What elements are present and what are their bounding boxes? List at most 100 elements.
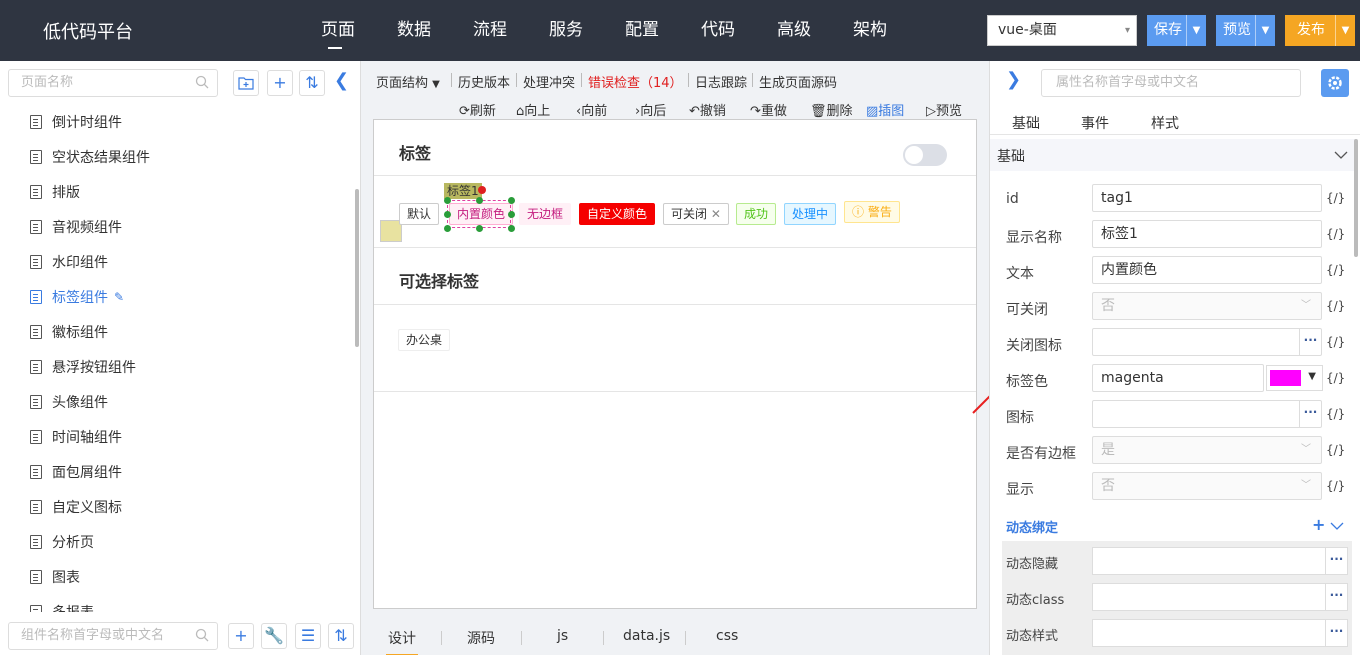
close-icon-field[interactable]: ··· (1092, 328, 1322, 356)
dynamic-binding-header[interactable]: 动态绑定 + (990, 511, 1356, 541)
edit-icon[interactable]: ✎ (114, 290, 124, 304)
tab-js[interactable]: js (557, 628, 568, 644)
dynamic-style-field[interactable]: ··· (1092, 619, 1348, 647)
tab-css[interactable]: css (716, 628, 738, 644)
resize-handle[interactable] (508, 211, 515, 218)
nav-item-flow[interactable]: 流程 (452, 0, 528, 61)
resize-handle[interactable] (476, 197, 483, 204)
list-item[interactable]: 倒计时组件 (0, 104, 356, 139)
expression-toggle[interactable]: {/} (1326, 335, 1345, 349)
expression-toggle[interactable]: {/} (1326, 299, 1345, 313)
error-check-link[interactable]: 错误检查（14） (588, 72, 683, 91)
closable-select[interactable]: 否 ﹀ (1092, 292, 1322, 320)
resize-handle[interactable] (508, 197, 515, 204)
publish-button[interactable]: 发布 ▼ (1285, 15, 1355, 46)
more-icon[interactable]: ··· (1299, 329, 1321, 355)
env-select[interactable]: vue-桌面 ▾ (987, 15, 1137, 46)
resize-handle[interactable] (508, 225, 515, 232)
expression-toggle[interactable]: {/} (1326, 479, 1345, 493)
ordered-list-button[interactable]: ☰ (295, 623, 321, 649)
nav-item-service[interactable]: 服务 (528, 0, 604, 61)
delete-button[interactable]: 🗑删除 (810, 100, 853, 119)
text-field[interactable]: 内置颜色 (1092, 256, 1322, 284)
resize-handle[interactable] (444, 225, 451, 232)
toggle-switch[interactable] (903, 144, 947, 166)
nav-item-advanced[interactable]: 高级 (756, 0, 832, 61)
preview-canvas-button[interactable]: ▷预览 (926, 100, 962, 119)
tab-basic[interactable]: 基础 (1012, 113, 1040, 133)
nav-item-data[interactable]: 数据 (376, 0, 452, 61)
page-search-input[interactable]: 页面名称 (8, 69, 218, 97)
nav-item-architecture[interactable]: 架构 (832, 0, 908, 61)
more-icon[interactable]: ··· (1325, 548, 1347, 574)
display-name-field[interactable]: 标签1 (1092, 220, 1322, 248)
id-field[interactable]: tag1 (1092, 184, 1322, 212)
dynamic-hidden-field[interactable]: ··· (1092, 547, 1348, 575)
move-up-button[interactable]: ⌂向上 (516, 100, 550, 119)
list-item[interactable]: 图表 (0, 559, 356, 594)
collapse-left-icon[interactable]: ❮ (334, 70, 349, 91)
list-item[interactable]: 分析页 (0, 524, 356, 559)
undo-button[interactable]: ↶撤销 (689, 100, 726, 119)
list-item[interactable]: 排版 (0, 174, 356, 209)
tools-button[interactable]: 🔧 (261, 623, 287, 649)
checkable-tag[interactable]: 办公桌 (398, 329, 451, 351)
tab-styles[interactable]: 样式 (1151, 113, 1179, 133)
redo-button[interactable]: ↷重做 (750, 100, 787, 119)
more-icon[interactable]: ··· (1299, 401, 1321, 427)
add-component-button[interactable]: + (228, 623, 254, 649)
generate-source-link[interactable]: 生成页面源码 (759, 72, 837, 91)
insert-image-button[interactable]: ▨插图 (866, 100, 904, 119)
tag-color-field[interactable]: magenta (1092, 364, 1264, 392)
add-page-button[interactable]: + (267, 70, 293, 96)
expression-toggle[interactable]: {/} (1326, 371, 1345, 385)
resize-handle[interactable] (444, 211, 451, 218)
dynamic-class-field[interactable]: ··· (1092, 583, 1348, 611)
close-icon[interactable]: ✕ (711, 207, 721, 221)
list-item[interactable]: 徽标组件 (0, 314, 356, 349)
move-next-button[interactable]: ›向后 (635, 100, 666, 119)
list-item[interactable]: 面包屑组件 (0, 454, 356, 489)
list-item[interactable]: 自定义图标 (0, 489, 356, 524)
icon-field[interactable]: ··· (1092, 400, 1322, 428)
tab-events[interactable]: 事件 (1081, 113, 1109, 133)
resize-handle[interactable] (444, 197, 451, 204)
refresh-button[interactable]: ⟳刷新 (459, 100, 496, 119)
list-item-active[interactable]: 标签组件 ✎ (0, 279, 356, 314)
list-item[interactable]: 多报表 (0, 594, 356, 612)
log-link[interactable]: 日志跟踪 (695, 72, 747, 91)
add-folder-button[interactable] (233, 70, 259, 96)
expression-toggle[interactable]: {/} (1326, 263, 1345, 277)
expression-toggle[interactable]: {/} (1326, 407, 1345, 421)
move-prev-button[interactable]: ‹向前 (576, 100, 607, 119)
save-button[interactable]: 保存 ▼ (1147, 15, 1206, 46)
save-dropdown-icon[interactable]: ▼ (1186, 15, 1206, 46)
sort-button[interactable]: ⇅ (299, 70, 325, 96)
history-link[interactable]: 历史版本 (458, 72, 510, 91)
chevron-down-icon[interactable] (1330, 521, 1344, 531)
conflict-link[interactable]: 处理冲突 (523, 72, 575, 91)
page-structure-menu[interactable]: 页面结构 ▼ (376, 72, 440, 91)
more-icon[interactable]: ··· (1325, 584, 1347, 610)
publish-dropdown-icon[interactable]: ▼ (1335, 15, 1355, 46)
list-item[interactable]: 空状态结果组件 (0, 139, 356, 174)
right-scrollbar[interactable] (1354, 139, 1358, 257)
sort-components-button[interactable]: ⇅ (328, 623, 354, 649)
nav-item-page[interactable]: 页面 (300, 0, 376, 61)
list-item[interactable]: 时间轴组件 (0, 419, 356, 454)
tab-data-js[interactable]: data.js (623, 628, 670, 644)
preview-dropdown-icon[interactable]: ▼ (1255, 15, 1275, 46)
left-scrollbar[interactable] (355, 189, 359, 347)
nav-item-code[interactable]: 代码 (680, 0, 756, 61)
list-item[interactable]: 悬浮按钮组件 (0, 349, 356, 384)
rotate-handle[interactable] (478, 186, 486, 194)
list-item[interactable]: 水印组件 (0, 244, 356, 279)
resize-handle[interactable] (476, 225, 483, 232)
visible-select[interactable]: 否 ﹀ (1092, 472, 1322, 500)
list-item[interactable]: 头像组件 (0, 384, 356, 419)
settings-button[interactable] (1321, 69, 1349, 97)
plus-icon[interactable]: + (1312, 515, 1325, 534)
tab-source[interactable]: 源码 (467, 628, 495, 648)
preview-button[interactable]: 预览 ▼ (1216, 15, 1275, 46)
property-search-input[interactable]: 属性名称首字母或中文名 (1041, 69, 1301, 97)
